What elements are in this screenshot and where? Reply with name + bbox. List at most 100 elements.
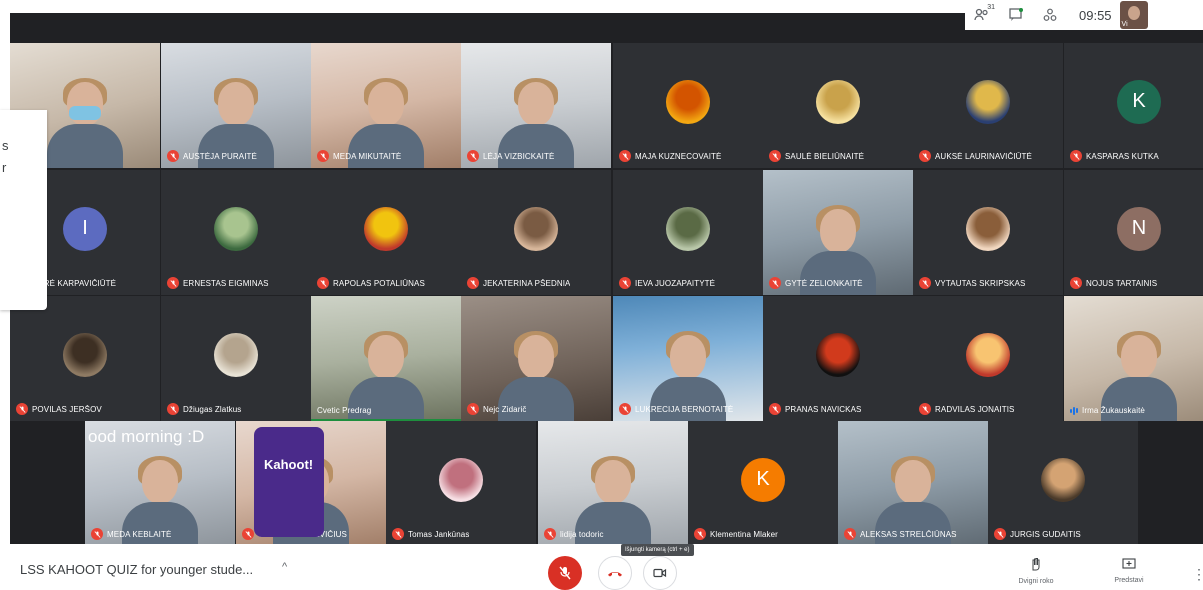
participant-name: RADVILAS JONAITIS: [935, 404, 1015, 414]
mic-off-icon: [844, 528, 856, 540]
participant-tile[interactable]: Tomas Jankūnas: [386, 421, 536, 544]
present-screen-icon: [1122, 558, 1136, 569]
participant-tile[interactable]: RADVILAS JONAITIS: [913, 296, 1063, 421]
mic-off-icon: [1070, 150, 1082, 162]
participant-video-feed: [47, 78, 123, 168]
participant-nametag: JEKATERINA PŠEDNIA: [467, 277, 570, 289]
mic-off-icon: [91, 528, 103, 540]
profile-picture: [666, 206, 710, 251]
participant-name: SAULĖ BIELIŪNAITĖ: [785, 151, 865, 161]
participant-nametag: RAPOLAS POTALIŪNAS: [317, 277, 425, 289]
more-options-icon[interactable]: ⋮: [1192, 566, 1203, 583]
meeting-title[interactable]: LSS KAHOOT QUIZ for younger stude...: [20, 562, 253, 577]
participant-tile[interactable]: K KASPARAS KUTKA: [1064, 43, 1203, 168]
speaking-indicator-icon: [1070, 406, 1078, 415]
participant-tile[interactable]: Cvetic Predrag: [311, 296, 461, 421]
participant-tile[interactable]: ALEKSAS STRELČIŪNAS: [838, 421, 988, 544]
people-icon[interactable]: 31: [974, 4, 995, 23]
participant-tile[interactable]: LUKRECIJA BERNOTAITĖ: [613, 296, 763, 421]
present-button[interactable]: Predstavi: [1103, 557, 1155, 584]
chat-overlay-message: ood morning :D: [88, 427, 205, 446]
mic-off-icon: [167, 277, 179, 289]
participant-tile[interactable]: JEKATERINA PŠEDNIA: [461, 170, 611, 295]
participant-name: AUKSĖ LAURINAVIČIŪTĖ: [935, 151, 1032, 161]
mic-off-icon: [919, 403, 931, 415]
participant-tile[interactable]: Kahoot!VINCAS MACKEVIČIUS: [236, 421, 386, 544]
self-initials: Vi: [1121, 21, 1128, 28]
participant-tile[interactable]: RAPOLAS POTALIŪNAS: [311, 170, 461, 295]
participant-tile[interactable]: AUKSĖ LAURINAVIČIŪTĖ: [913, 43, 1063, 168]
participant-name: MEDA KEBLAITĖ: [107, 529, 172, 539]
activities-icon[interactable]: [1042, 7, 1058, 23]
side-panel-text-1: s: [2, 138, 9, 153]
mic-off-icon: [919, 150, 931, 162]
participant-name: IEVA JUOZAPAITYTĖ: [635, 278, 716, 288]
participant-nametag: ERNESTAS EIGMINAS: [167, 277, 269, 289]
participant-nametag: ALEKSAS STRELČIŪNAS: [844, 528, 957, 540]
meeting-controls-bar: LSS KAHOOT QUIZ for younger stude... ^ I…: [0, 544, 1203, 590]
profile-picture: [1041, 457, 1085, 502]
mic-off-icon: [467, 150, 479, 162]
participant-tile[interactable]: K Klementina Mlaker: [688, 421, 838, 544]
profile-picture: [966, 79, 1010, 124]
participant-nametag: LUKRECIJA BERNOTAITĖ: [619, 403, 733, 415]
participant-name: GYTĖ ZELIONKAITĖ: [785, 278, 863, 288]
participant-tile[interactable]: VYTAUTAS SKRIPSKAS: [913, 170, 1063, 295]
side-panel-fragment[interactable]: s r: [0, 110, 47, 310]
kahoot-phone-screen: Kahoot!: [254, 427, 324, 537]
people-count: 31: [987, 4, 995, 11]
participant-nametag: lidija todoric: [544, 528, 604, 540]
chat-icon[interactable]: [1008, 7, 1024, 23]
participant-tile[interactable]: MEDA MIKUTAITĖ: [311, 43, 461, 168]
mic-off-icon: [317, 150, 329, 162]
meeting-status-bar: 31 09:55 Vi: [965, 0, 1203, 30]
phone-hangup-icon: [608, 572, 622, 577]
participant-tile[interactable]: lidija todoric: [538, 421, 688, 544]
letter-avatar: K: [1117, 79, 1161, 124]
participant-name: NOJUS TARTAINIS: [1086, 278, 1158, 288]
participant-name: LUKRECIJA BERNOTAITĖ: [635, 404, 734, 414]
participant-tile[interactable]: LĖJA VIZBICKAITĖ: [461, 43, 611, 168]
profile-picture: [439, 457, 483, 502]
participant-tile[interactable]: JURGIS GUDAITIS: [988, 421, 1138, 544]
camera-toggle-button[interactable]: [643, 556, 677, 590]
present-label: Predstavi: [1114, 577, 1144, 584]
participant-nametag: MEDA MIKUTAITĖ: [317, 150, 401, 162]
mic-off-icon: [167, 150, 179, 162]
participant-tile[interactable]: AUSTĖJA PURAITĖ: [161, 43, 311, 168]
participant-tile[interactable]: POVILAS JERŠOV: [10, 296, 160, 421]
participant-tile[interactable]: MAJA KUZNECOVAITĖ: [613, 43, 763, 168]
participant-tile[interactable]: Irma Žukauskaitė: [1064, 296, 1203, 421]
profile-picture: [214, 332, 258, 377]
participant-tile[interactable]: Nejc Zidarič: [461, 296, 611, 421]
participant-nametag: Nejc Zidarič: [467, 403, 526, 415]
participant-name: MAJA KUZNECOVAITĖ: [635, 151, 722, 161]
participant-grid: AUSTĖJA PURAITĖ MEDA MIKUTAITĖ LĖJA VIZBIC…: [10, 13, 1203, 544]
raise-hand-button[interactable]: Dvigni roko: [1010, 557, 1062, 585]
kahoot-logo-text: Kahoot!: [264, 457, 314, 472]
participant-name: PRANAS NAVICKAS: [785, 404, 862, 414]
mic-off-icon: [16, 403, 28, 415]
hang-up-button[interactable]: [598, 556, 632, 590]
participant-tile[interactable]: N NOJUS TARTAINIS: [1064, 170, 1203, 295]
raise-hand-label: Dvigni roko: [1018, 578, 1054, 585]
participant-tile[interactable]: IEVA JUOZAPAITYTĖ: [613, 170, 763, 295]
mic-toggle-button[interactable]: [548, 556, 582, 590]
participant-nametag: AUKSĖ LAURINAVIČIŪTĖ: [919, 150, 1032, 162]
participant-tile[interactable]: GYTĖ ZELIONKAITĖ: [763, 170, 913, 295]
self-avatar[interactable]: Vi: [1119, 1, 1148, 29]
participant-nametag: Tomas Jankūnas: [392, 528, 469, 540]
participant-name: RAPOLAS POTALIŪNAS: [333, 278, 425, 288]
participant-name: Nejc Zidarič: [483, 404, 527, 414]
participant-nametag: VYTAUTAS SKRIPSKAS: [919, 277, 1025, 289]
participant-tile[interactable]: SAULĖ BIELIŪNAITĖ: [763, 43, 913, 168]
mic-off-icon: [694, 528, 706, 540]
chevron-up-icon[interactable]: ^: [282, 561, 287, 573]
participant-nametag: JURGIS GUDAITIS: [994, 528, 1081, 540]
participant-nametag: POVILAS JERŠOV: [16, 403, 102, 415]
participant-tile[interactable]: Džiugas Zlatkus: [161, 296, 311, 421]
participant-tile[interactable]: PRANAS NAVICKAS: [763, 296, 913, 421]
participant-nametag: KASPARAS KUTKA: [1070, 150, 1159, 162]
participant-name: VYTAUTAS SKRIPSKAS: [935, 278, 1026, 288]
participant-tile[interactable]: ERNESTAS EIGMINAS: [161, 170, 311, 295]
